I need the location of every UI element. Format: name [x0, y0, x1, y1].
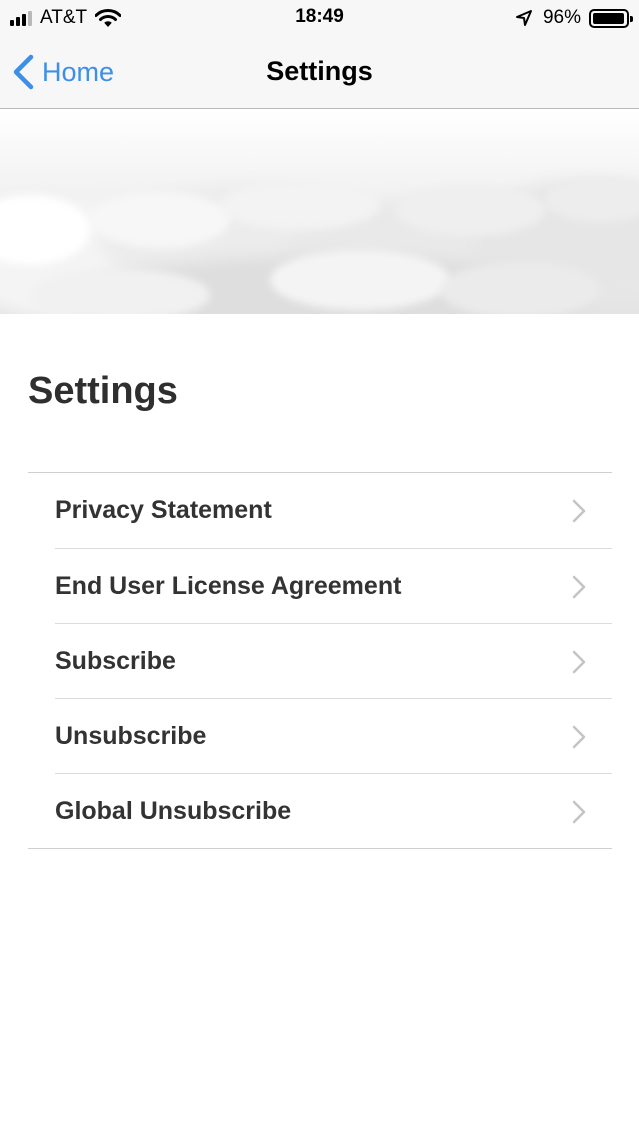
cloud-banner-image	[0, 110, 639, 314]
battery-percent: 96%	[542, 7, 581, 28]
nav-title: Settings	[266, 56, 373, 86]
status-right: 96%	[515, 7, 633, 29]
chevron-right-icon	[572, 725, 586, 749]
list-item-label: Privacy Statement	[55, 496, 272, 524]
page-title: Settings	[28, 370, 178, 412]
chevron-right-icon	[572, 800, 586, 824]
settings-list: Privacy Statement End User License Agree…	[28, 472, 612, 849]
navigation-bar: Home Settings	[0, 36, 639, 109]
clouds-illustration	[0, 178, 639, 314]
battery-icon	[589, 8, 633, 28]
chevron-right-icon	[572, 575, 586, 599]
list-item-label: Unsubscribe	[55, 721, 207, 750]
chevron-right-icon	[572, 499, 586, 523]
list-item-label: Subscribe	[55, 646, 176, 675]
status-bar: AT&T 18:49 96%	[0, 0, 639, 36]
list-item-privacy-statement[interactable]: Privacy Statement	[55, 473, 612, 548]
list-item-eula[interactable]: End User License Agreement	[55, 548, 612, 623]
location-arrow-icon	[515, 10, 532, 26]
list-item-subscribe[interactable]: Subscribe	[55, 623, 612, 698]
list-item-global-unsubscribe[interactable]: Global Unsubscribe	[55, 773, 612, 848]
list-item-unsubscribe[interactable]: Unsubscribe	[55, 698, 612, 773]
chevron-right-icon	[572, 650, 586, 674]
list-item-label: End User License Agreement	[55, 571, 402, 600]
list-item-label: Global Unsubscribe	[55, 796, 292, 825]
